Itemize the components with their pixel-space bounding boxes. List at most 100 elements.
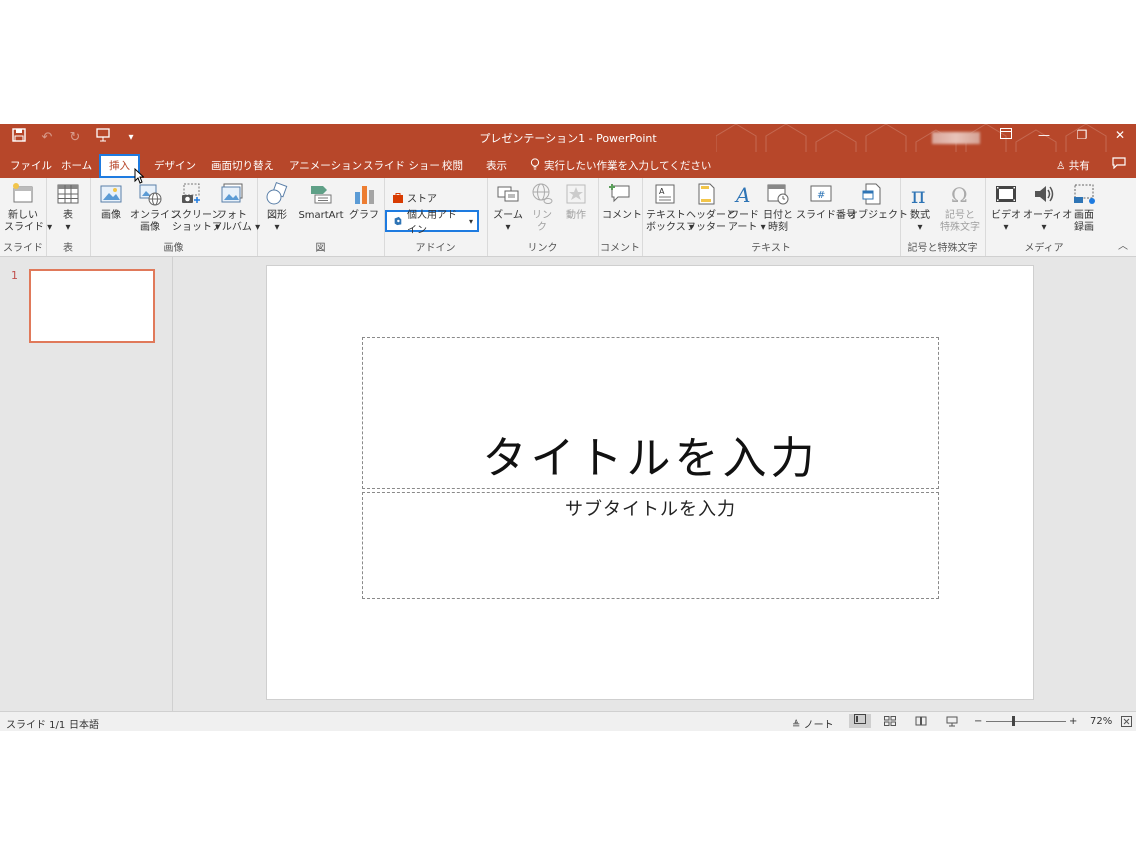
speaker-icon (1035, 186, 1054, 202)
tab-transitions[interactable]: 画面切り替え (211, 158, 274, 173)
zoom-out-icon[interactable]: − (974, 716, 982, 727)
notes-button[interactable]: ≜ ノート (792, 716, 834, 731)
wordart-icon: A (734, 183, 750, 206)
tab-slideshow[interactable]: スライド ショー (363, 158, 440, 173)
pi-icon: π (911, 184, 925, 206)
textbox-icon: A (655, 184, 675, 204)
share-button[interactable]: ♙ 共有 (1056, 158, 1090, 173)
tab-view[interactable]: 表示 (486, 158, 507, 173)
store-icon (393, 192, 403, 203)
zoom-level[interactable]: 72% (1090, 716, 1112, 727)
tab-review[interactable]: 校閲 (442, 158, 463, 173)
textbox-button[interactable]: A テキスト ボックス ▾ (646, 182, 694, 234)
smartart-icon (311, 186, 332, 204)
group-label-tables: 表 (63, 243, 73, 254)
header-footer-button[interactable]: ヘッダーと フッター (686, 182, 736, 234)
chart-icon (355, 186, 374, 204)
comments-icon[interactable] (1112, 157, 1126, 173)
audio-button[interactable]: オーディオ ▾ (1023, 182, 1072, 234)
screen-recording-button[interactable]: 画面 録画 (1069, 182, 1099, 234)
equation-button[interactable]: π 数式 ▾ (906, 182, 934, 234)
reading-view-icon[interactable] (915, 716, 927, 729)
zoom-icon (497, 186, 519, 202)
group-links: ズーム ▾ リン ク 動作 リンク (487, 178, 599, 256)
tell-me-search[interactable]: 実行したい作業を入力してください (530, 158, 711, 173)
comment-icon (609, 184, 630, 203)
group-label-illustrations: 図 (315, 243, 326, 254)
thumbnail-number: 1 (11, 269, 18, 282)
shapes-button[interactable]: 図形 ▾ (263, 182, 291, 234)
group-label-addins: アドイン (415, 243, 456, 254)
mouse-cursor-icon (134, 168, 144, 184)
tab-design[interactable]: デザイン (154, 158, 196, 173)
table-button[interactable]: 表 ▾ (52, 182, 84, 234)
group-text: A テキスト ボックス ▾ ヘッダーと フッター A ワード アート ▾ 日付と… (642, 178, 908, 256)
tab-animations[interactable]: アニメーション (289, 158, 362, 173)
slide-canvas: タイトルを入力 サブタイトルを入力 (266, 265, 1034, 700)
title-placeholder-text: タイトルを入力 (482, 433, 819, 484)
collapse-ribbon-icon[interactable]: ︿ (1118, 237, 1128, 252)
omega-icon: Ω (951, 183, 968, 206)
my-addins-button[interactable]: 個人用アドイン ▾ (385, 210, 479, 236)
zoom-in-icon[interactable]: + (1069, 716, 1077, 727)
link-button[interactable]: リン ク (527, 182, 557, 234)
share-label: 共有 (1068, 160, 1090, 172)
chart-button[interactable]: グラフ (349, 182, 379, 222)
group-label-comments: コメント (600, 243, 640, 254)
svg-text:A: A (734, 183, 750, 206)
window-controls: — ❐ ✕ (998, 128, 1128, 142)
group-tables: 表 ▾ 表 (46, 178, 91, 256)
new-slide-button[interactable]: 新しい スライド ▾ (4, 182, 52, 234)
slide-number-button[interactable]: # スライド番号 (796, 182, 856, 222)
date-time-button[interactable]: 日付と 時刻 (762, 182, 794, 234)
zoom-button[interactable]: ズーム ▾ (493, 182, 523, 234)
slide-count: スライド 1/1 (6, 720, 66, 731)
svg-text:A: A (659, 187, 665, 196)
zoom-slider[interactable] (986, 721, 1066, 722)
normal-view-icon[interactable] (849, 714, 871, 728)
minimize-icon[interactable]: — (1036, 128, 1052, 142)
symbol-button[interactable]: Ω 記号と 特殊文字 (938, 182, 982, 234)
title-placeholder[interactable]: タイトルを入力 (362, 337, 939, 489)
smartart-button[interactable]: SmartArt (297, 182, 345, 222)
video-button[interactable]: ビデオ ▾ (991, 182, 1021, 234)
slide-thumbnails-pane: 1 (0, 257, 173, 711)
zoom-slider-knob[interactable] (1012, 716, 1015, 726)
object-button[interactable]: オブジェクト (848, 182, 908, 222)
group-label-symbols: 記号と特殊文字 (907, 243, 978, 254)
wordart-button[interactable]: A ワード アート ▾ (728, 182, 766, 234)
action-button[interactable]: 動作 (561, 182, 591, 222)
group-label-text: テキスト (751, 243, 791, 254)
restore-icon[interactable]: ❐ (1074, 128, 1090, 142)
action-star-icon (566, 184, 586, 204)
tab-file[interactable]: ファイル (10, 158, 52, 173)
group-label-links: リンク (527, 243, 558, 254)
powerpoint-window: ↶ ↻ ▾ プレゼンテーション1 - PowerPoint — ❐ ✕ ファイル… (0, 124, 1136, 731)
calendar-clock-icon (767, 184, 789, 205)
slideshow-view-icon[interactable] (946, 716, 958, 730)
store-button[interactable]: ストア (392, 190, 437, 205)
close-icon[interactable]: ✕ (1112, 128, 1128, 142)
photo-album-button[interactable]: フォト アルバム ▾ (212, 182, 260, 234)
tab-home[interactable]: ホーム (61, 158, 92, 173)
group-label-slides: スライド (3, 243, 43, 254)
ribbon-tabs: ファイル ホーム 挿入 デザイン 画面切り替え アニメーション スライド ショー… (0, 152, 1136, 178)
picture-button[interactable]: 画像 (96, 182, 126, 222)
subtitle-placeholder[interactable]: サブタイトルを入力 (362, 492, 939, 599)
ribbon-display-options-icon[interactable] (998, 128, 1014, 142)
language-indicator[interactable]: 日本語 (69, 716, 99, 731)
slide-thumbnail[interactable] (29, 269, 155, 343)
slide-sorter-view-icon[interactable] (884, 716, 896, 729)
group-symbols: π 数式 ▾ Ω 記号と 特殊文字 記号と特殊文字 (900, 178, 986, 256)
photo-album-icon (221, 183, 243, 203)
online-pictures-button[interactable]: オンライン 画像 (130, 182, 180, 234)
new-comment-button[interactable]: コメント (602, 182, 642, 222)
status-bar: スライド 1/1 日本語 ≜ ノート − + 72% (0, 711, 1136, 731)
object-icon (862, 183, 881, 205)
screenshot-button[interactable]: スクリーン ショット ▾ (172, 182, 222, 234)
screenshot-icon (182, 183, 200, 203)
ribbon-insert: 新しい スライド ▾ スライド 表 ▾ 表 画像 オンライン 画像 スクリーン … (0, 178, 1136, 257)
online-pictures-icon (139, 184, 162, 206)
svg-text:#: # (817, 190, 825, 201)
fit-to-window-icon[interactable] (1121, 716, 1132, 730)
